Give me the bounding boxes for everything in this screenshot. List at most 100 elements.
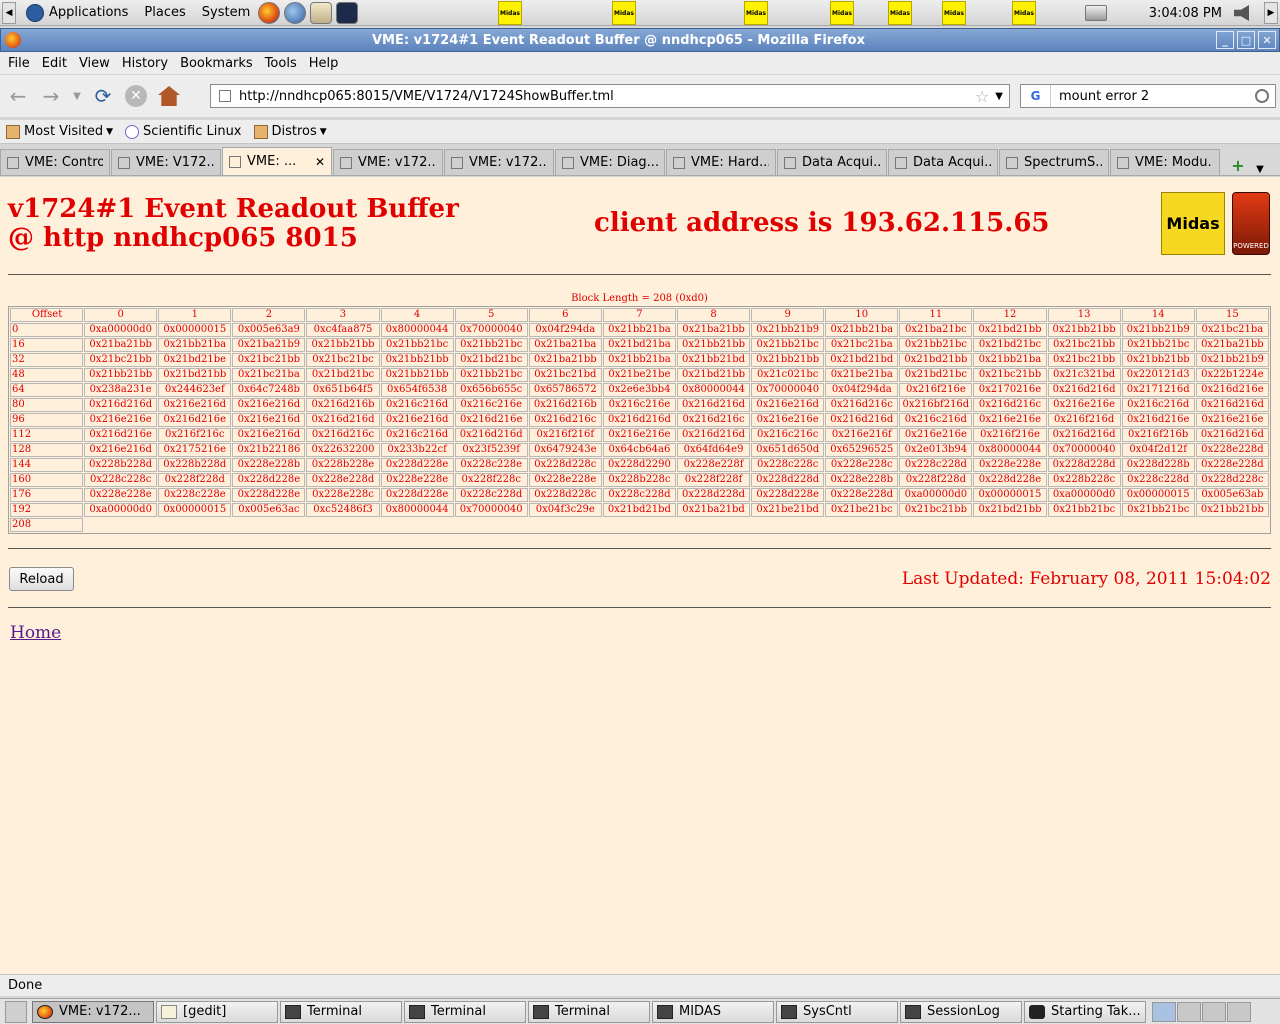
tab-list-dropdown-icon[interactable]: ▼ bbox=[1249, 164, 1271, 175]
tab[interactable]: Data Acqui... bbox=[888, 149, 998, 175]
table-row: 96 0x216e216e 0x216d216e 0x216e216d 0x216d21… bbox=[10, 413, 1269, 427]
bookmark-distros[interactable]: Distros ▼ bbox=[248, 124, 333, 139]
window-titlebar[interactable]: VME: v1724#1 Event Readout Buffer @ nndh… bbox=[0, 28, 1280, 52]
midas-tray-icon[interactable]: Midas bbox=[830, 1, 854, 25]
data-cell: 0x216d216d bbox=[825, 413, 899, 427]
volume-icon[interactable] bbox=[1234, 5, 1249, 21]
workspace-1[interactable] bbox=[1152, 1001, 1176, 1022]
data-cell: 0x228d228e bbox=[232, 488, 306, 502]
last-updated: Last Updated: February 08, 2011 15:04:02 bbox=[901, 569, 1271, 589]
reload-icon[interactable]: ⟳ bbox=[88, 81, 118, 111]
menu-file[interactable]: File bbox=[2, 56, 36, 71]
firefox-launcher-icon[interactable] bbox=[258, 1, 281, 24]
data-cell: 0x216c216e bbox=[602, 398, 676, 412]
home-icon[interactable] bbox=[154, 81, 184, 111]
menu-tools[interactable]: Tools bbox=[259, 56, 303, 71]
terminal-launcher-icon[interactable] bbox=[336, 1, 359, 24]
midas-tray-icon[interactable]: Midas bbox=[942, 1, 966, 25]
tab[interactable]: VME: Hard... bbox=[666, 149, 776, 175]
tab[interactable]: SpectrumS... bbox=[999, 149, 1109, 175]
data-cell: 0x228b228d bbox=[84, 458, 158, 472]
minimize-icon[interactable]: _ bbox=[1216, 31, 1234, 49]
taskbar-item[interactable]: Terminal bbox=[280, 1000, 402, 1023]
midas-tray-icon[interactable]: Midas bbox=[888, 1, 912, 25]
taskbar-item[interactable]: Terminal bbox=[528, 1000, 650, 1023]
midas-tray-icon[interactable]: Midas bbox=[498, 1, 522, 25]
data-cell: 0x21ba21bb bbox=[676, 323, 751, 337]
data-cell: 0x21bc21bb bbox=[1047, 338, 1121, 352]
panel-scroll-left-icon[interactable]: ◀ bbox=[2, 1, 16, 24]
taskbar-item[interactable]: SessionLog bbox=[900, 1000, 1022, 1023]
search-icon[interactable] bbox=[1255, 89, 1269, 103]
search-input[interactable]: mount error 2 bbox=[1051, 89, 1255, 104]
history-dropdown-icon[interactable]: ▼ bbox=[69, 81, 85, 111]
data-cell: 0x216d216d bbox=[676, 398, 751, 412]
tab-active[interactable]: VME: ... ✕ bbox=[222, 147, 332, 175]
menu-help[interactable]: Help bbox=[303, 56, 345, 71]
show-desktop-icon[interactable] bbox=[5, 1000, 27, 1023]
maximize-icon[interactable]: □ bbox=[1237, 31, 1255, 49]
bookmark-star-icon[interactable]: ☆ bbox=[975, 87, 989, 106]
data-cell: 0x21bb21ba bbox=[973, 353, 1047, 367]
reload-button[interactable]: Reload bbox=[9, 567, 74, 591]
data-cell: 0xa00000d0 bbox=[1047, 488, 1121, 502]
panel-scroll-right-icon[interactable]: ▶ bbox=[1264, 2, 1278, 24]
close-window-icon[interactable]: ✕ bbox=[1258, 31, 1276, 49]
stop-icon[interactable]: ✕ bbox=[121, 81, 151, 111]
clock[interactable]: 3:04:08 PM bbox=[1137, 6, 1234, 21]
table-row: 128 0x216e216d 0x2175216e 0x21b22186 0x22632… bbox=[10, 443, 1269, 457]
tab[interactable]: VME: v172... bbox=[333, 149, 443, 175]
system-menu[interactable]: System bbox=[194, 1, 258, 25]
url-text[interactable]: http://nndhcp065:8015/VME/V1724/V1724Sho… bbox=[239, 89, 975, 104]
home-link[interactable]: Home bbox=[10, 623, 61, 643]
midas-tray-icon[interactable]: Midas bbox=[1012, 1, 1036, 25]
taskbar-item[interactable]: Terminal bbox=[404, 1000, 526, 1023]
offset-cell: 192 bbox=[10, 503, 84, 517]
forward-icon[interactable]: → bbox=[36, 81, 66, 111]
applications-menu[interactable]: Applications bbox=[18, 1, 136, 25]
taskbar-item[interactable]: SysCntl bbox=[776, 1000, 898, 1023]
midas-tray-icon[interactable]: Midas bbox=[612, 1, 636, 25]
tab[interactable]: VME: Control bbox=[0, 149, 110, 175]
url-bar[interactable]: http://nndhcp065:8015/VME/V1724/V1724Sho… bbox=[210, 84, 1010, 108]
workspace-3[interactable] bbox=[1202, 1001, 1226, 1022]
menu-history[interactable]: History bbox=[116, 56, 174, 71]
workspace-2[interactable] bbox=[1177, 1001, 1201, 1022]
tab[interactable]: Data Acqui... bbox=[777, 149, 887, 175]
new-tab-icon[interactable]: + bbox=[1227, 156, 1249, 175]
data-cell: 0x228d228d bbox=[676, 488, 751, 502]
empty-cell bbox=[1196, 518, 1269, 532]
mail-launcher-icon[interactable] bbox=[284, 1, 307, 24]
search-bar[interactable]: G mount error 2 bbox=[1020, 84, 1276, 108]
taskbar-item[interactable]: [gedit] bbox=[156, 1000, 278, 1023]
menu-edit[interactable]: Edit bbox=[36, 56, 73, 71]
workspace-4[interactable] bbox=[1227, 1001, 1251, 1022]
taskbar-item[interactable]: MIDAS bbox=[652, 1000, 774, 1023]
taskbar-item[interactable]: VME: v172... bbox=[32, 1000, 154, 1023]
tab[interactable]: VME: V172... bbox=[111, 149, 221, 175]
data-cell: 0x21ba21bb bbox=[1195, 338, 1269, 352]
google-engine-icon[interactable]: G bbox=[1021, 85, 1051, 107]
editor-launcher-icon[interactable] bbox=[310, 1, 333, 24]
places-menu[interactable]: Places bbox=[136, 1, 193, 25]
menu-bookmarks[interactable]: Bookmarks bbox=[174, 56, 259, 71]
data-cell: 0x216e216e bbox=[84, 413, 158, 427]
data-cell: 0x21ba21bb bbox=[84, 338, 158, 352]
tab[interactable]: VME: v172... bbox=[444, 149, 554, 175]
tab[interactable]: VME: Modu... bbox=[1110, 149, 1220, 175]
bookmark-scientific-linux[interactable]: Scientific Linux bbox=[119, 124, 247, 139]
back-icon[interactable]: ← bbox=[3, 81, 33, 111]
taskbar-item[interactable]: Starting Tak... bbox=[1024, 1000, 1146, 1023]
tab[interactable]: VME: Diag... bbox=[555, 149, 665, 175]
terminal-icon bbox=[533, 1004, 549, 1019]
data-cell: 0x21bd21bd bbox=[602, 503, 676, 517]
printer-icon[interactable] bbox=[1084, 5, 1107, 21]
url-dropdown-icon[interactable]: ▼ bbox=[995, 91, 1003, 102]
midas-tray-icon[interactable]: Midas bbox=[744, 1, 768, 25]
data-cell: 0x216e216d bbox=[751, 398, 825, 412]
bookmark-most-visited[interactable]: Most Visited ▼ bbox=[0, 124, 119, 139]
firefox-window-icon[interactable] bbox=[5, 32, 21, 48]
menu-view[interactable]: View bbox=[73, 56, 116, 71]
data-cell: 0x228c228d bbox=[899, 458, 973, 472]
close-tab-icon[interactable]: ✕ bbox=[311, 155, 325, 169]
